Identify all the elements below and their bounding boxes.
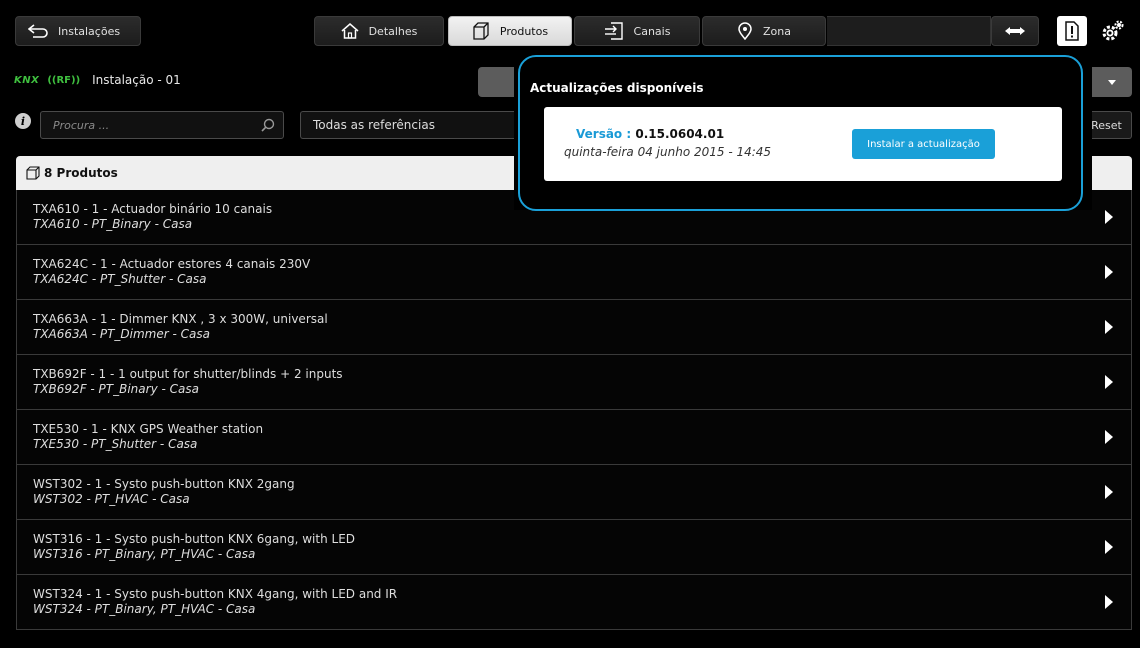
update-date: quinta-feira 04 junho 2015 - 14:45 <box>564 145 772 159</box>
reference-filter-select[interactable]: Todas as referências <box>300 111 515 139</box>
list-item[interactable]: TXE530 - 1 - KNX GPS Weather station TXE… <box>16 410 1132 465</box>
install-update-button[interactable]: Instalar a actualização <box>852 129 995 159</box>
popup-title: Actualizações disponíveis <box>530 81 704 95</box>
chevron-right-icon[interactable] <box>1105 540 1113 554</box>
updates-button[interactable] <box>1057 16 1087 46</box>
installation-dropdown-toggle[interactable] <box>1092 67 1132 97</box>
chevron-right-icon[interactable] <box>1105 430 1113 444</box>
version-line: Versão : 0.15.0604.01 <box>576 127 724 141</box>
installation-selector[interactable] <box>478 67 518 97</box>
installation-name: Instalação - 01 <box>92 73 181 87</box>
list-item[interactable]: TXA663A - 1 - Dimmer KNX , 3 x 300W, uni… <box>16 300 1132 355</box>
product-subtitle: WST302 - PT_HVAC - Casa <box>33 492 190 506</box>
search-input[interactable] <box>53 118 253 132</box>
tab-canais[interactable]: Canais <box>574 16 700 46</box>
product-subtitle: TXA663A - PT_Dimmer - Casa <box>33 327 210 341</box>
tab-produtos[interactable]: Produtos <box>448 16 572 46</box>
product-title: TXB692F - 1 - 1 output for shutter/blind… <box>33 367 343 381</box>
tab-canais-label: Canais <box>633 24 671 38</box>
version-label: Versão : <box>576 127 632 141</box>
list-item[interactable]: WST324 - 1 - Systo push-button KNX 4gang… <box>16 575 1132 630</box>
rf-logo: ((RF)) <box>47 74 81 86</box>
tab-produtos-label: Produtos <box>499 24 549 38</box>
search-icon[interactable] <box>261 118 275 132</box>
list-item[interactable]: WST302 - 1 - Systo push-button KNX 2gang… <box>16 465 1132 520</box>
installation-header: KNX ((RF)) Instalação - 01 <box>14 68 181 92</box>
info-icon[interactable]: i <box>15 113 31 129</box>
connection-button[interactable] <box>991 16 1039 46</box>
product-title: TXA624C - 1 - Actuador estores 4 canais … <box>33 257 311 271</box>
back-arrow-icon <box>28 24 48 38</box>
product-subtitle: TXA624C - PT_Shutter - Casa <box>33 272 207 286</box>
chevron-right-icon[interactable] <box>1105 485 1113 499</box>
install-update-label: Instalar a actualização <box>867 138 980 150</box>
product-subtitle: WST324 - PT_Binary, PT_HVAC - Casa <box>33 602 256 616</box>
document-alert-icon <box>1065 21 1079 41</box>
product-subtitle: TXE530 - PT_Shutter - Casa <box>33 437 198 451</box>
gear-icon <box>1102 20 1124 41</box>
back-button-label: Instalações <box>58 24 121 38</box>
reference-filter-value: Todas as referências <box>313 118 435 132</box>
chevron-down-icon <box>1108 79 1116 85</box>
location-pin-icon <box>738 22 752 40</box>
updates-panel: Actualizações disponíveis Versão : 0.15.… <box>518 55 1083 211</box>
update-card: Versão : 0.15.0604.01 quinta-feira 04 ju… <box>544 107 1062 181</box>
list-item[interactable]: WST316 - 1 - Systo push-button KNX 6gang… <box>16 520 1132 575</box>
box-icon <box>26 166 40 180</box>
settings-button[interactable] <box>1098 16 1128 46</box>
product-title: TXA663A - 1 - Dimmer KNX , 3 x 300W, uni… <box>33 312 328 326</box>
product-title: WST316 - 1 - Systo push-button KNX 6gang… <box>33 532 356 546</box>
back-to-installations-button[interactable]: Instalações <box>15 16 141 46</box>
product-title: WST302 - 1 - Systo push-button KNX 2gang <box>33 477 295 491</box>
box-icon <box>473 22 489 40</box>
chevron-right-icon[interactable] <box>1105 375 1113 389</box>
products-list: TXA610 - 1 - Actuador binário 10 canais … <box>16 190 1132 630</box>
product-title: WST324 - 1 - Systo push-button KNX 4gang… <box>33 587 398 601</box>
list-item[interactable]: TXB692F - 1 - 1 output for shutter/blind… <box>16 355 1132 410</box>
search-field[interactable] <box>40 111 284 139</box>
knx-logo: KNX <box>14 74 40 86</box>
updates-popover: Actualizações disponíveis Versão : 0.15.… <box>514 47 1092 211</box>
topbar-spacer <box>827 16 991 46</box>
version-value: 0.15.0604.01 <box>635 127 725 141</box>
product-subtitle: TXA610 - PT_Binary - Casa <box>33 217 193 231</box>
products-count: 8 Produtos <box>44 166 118 180</box>
tab-zona-label: Zona <box>763 24 791 38</box>
reset-button-label: Reset <box>1091 118 1122 132</box>
channel-icon <box>604 22 623 40</box>
chevron-right-icon[interactable] <box>1105 595 1113 609</box>
tab-zona[interactable]: Zona <box>702 16 826 46</box>
product-subtitle: TXB692F - PT_Binary - Casa <box>33 382 199 396</box>
house-icon <box>341 23 359 39</box>
tab-detalhes-label: Detalhes <box>368 24 418 38</box>
product-subtitle: WST316 - PT_Binary, PT_HVAC - Casa <box>33 547 256 561</box>
chevron-right-icon[interactable] <box>1105 265 1113 279</box>
chevron-right-icon[interactable] <box>1105 210 1113 224</box>
tab-detalhes[interactable]: Detalhes <box>314 16 444 46</box>
chevron-right-icon[interactable] <box>1105 320 1113 334</box>
list-item[interactable]: TXA624C - 1 - Actuador estores 4 canais … <box>16 245 1132 300</box>
product-title: TXE530 - 1 - KNX GPS Weather station <box>33 422 264 436</box>
connection-icon <box>1005 27 1025 35</box>
